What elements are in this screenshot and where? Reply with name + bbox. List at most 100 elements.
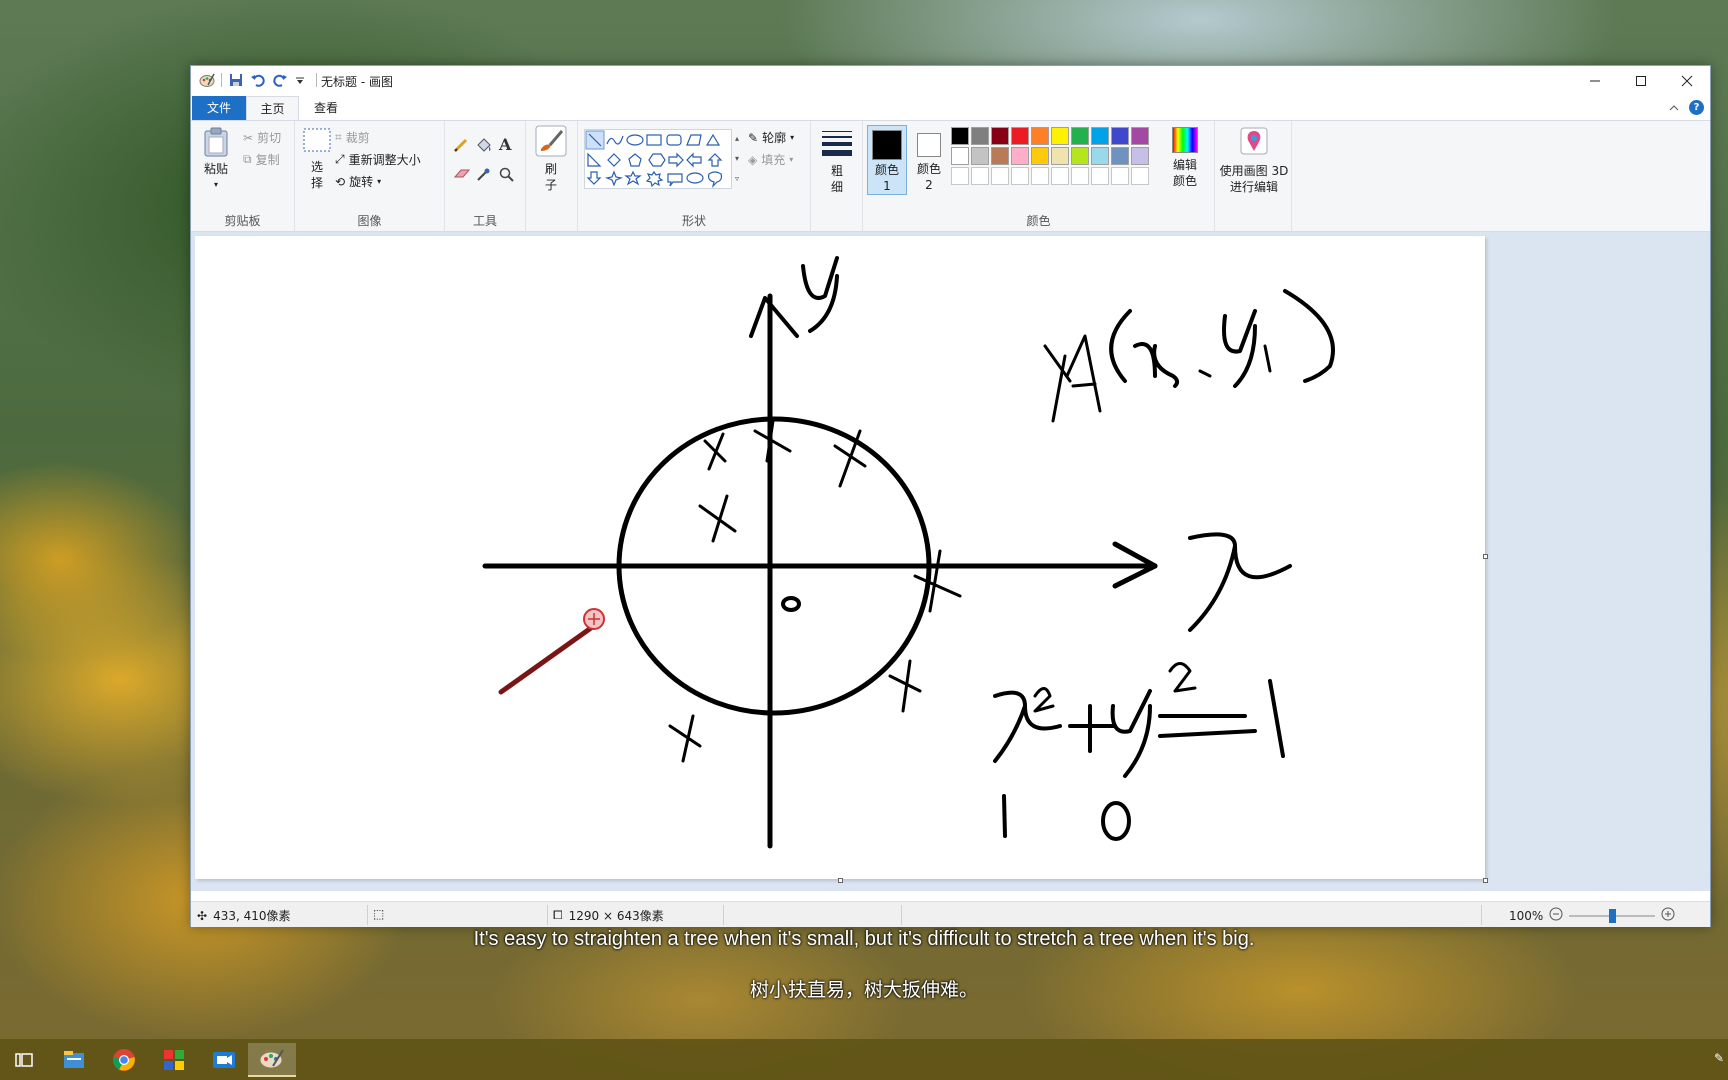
file-explorer-taskbar-icon[interactable] <box>50 1043 98 1077</box>
text-tool-icon[interactable]: A <box>499 135 511 154</box>
maximize-button[interactable] <box>1618 66 1664 96</box>
canvas-resize-handle-right[interactable] <box>1483 554 1488 559</box>
shapes-scroll[interactable]: ▴ ▾ ▿ <box>732 129 742 189</box>
canvas-resize-handle-corner[interactable] <box>1483 878 1488 883</box>
custom-color-slot[interactable] <box>1031 167 1049 185</box>
palette-swatch[interactable] <box>1111 127 1129 145</box>
fill-button[interactable]: ◈ 填充 ▾ <box>748 151 793 168</box>
canvas-resize-handle-bottom[interactable] <box>838 878 843 883</box>
status-bar: ✣ 433, 410像素 ⬚ ⧠ 1290 × 643像素 100% <box>191 901 1710 927</box>
save-icon[interactable] <box>228 72 244 88</box>
undo-icon[interactable] <box>250 72 266 88</box>
custom-color-slot[interactable] <box>1131 167 1149 185</box>
palette-swatch[interactable] <box>1011 127 1029 145</box>
size-button[interactable]: 粗细 <box>819 129 855 195</box>
custom-color-slot[interactable] <box>951 167 969 185</box>
task-view-icon[interactable] <box>0 1043 48 1077</box>
palette-swatch[interactable] <box>1031 127 1049 145</box>
colorful-app-taskbar-icon[interactable] <box>150 1043 198 1077</box>
canvas-area <box>191 232 1710 891</box>
color2-swatch <box>917 133 941 157</box>
paint3d-group: 使用画图 3D 进行编辑 <box>1215 121 1292 233</box>
resize-button[interactable]: ⤢ 重新调整大小 <box>335 151 421 168</box>
video-recorder-taskbar-icon[interactable] <box>200 1043 248 1077</box>
zoom-slider[interactable] <box>1569 908 1656 923</box>
zoom-out-icon[interactable] <box>1549 907 1563 924</box>
custom-color-slot[interactable] <box>1071 167 1089 185</box>
paint-taskbar-icon[interactable] <box>248 1043 296 1077</box>
paste-button[interactable]: 粘贴 ▾ <box>199 127 233 193</box>
zoom-slider-thumb[interactable] <box>1609 908 1617 923</box>
custom-color-slot[interactable] <box>971 167 989 185</box>
palette-swatch[interactable] <box>1051 147 1069 165</box>
select-button[interactable]: 选择 <box>301 127 333 191</box>
tab-home[interactable]: 主页 <box>246 96 299 120</box>
selection-icon: ⬚ <box>373 907 385 921</box>
cut-button[interactable]: ✂ 剪切 <box>243 129 281 146</box>
magnifier-icon[interactable] <box>499 167 515 186</box>
subtitle-chinese: 树小扶直易，树大扳伸难。 <box>749 979 978 1001</box>
color-picker-icon[interactable] <box>475 167 491 186</box>
eraser-icon[interactable] <box>453 167 471 184</box>
help-icon[interactable]: ? <box>1689 100 1704 115</box>
zoom-in-icon[interactable] <box>1661 907 1675 924</box>
rotate-button[interactable]: ⟲ 旋转 ▾ <box>335 173 381 190</box>
cut-label: 剪切 <box>257 131 282 145</box>
brushes-button[interactable]: 刷子 <box>532 125 570 193</box>
palette-swatch[interactable] <box>971 127 989 145</box>
custom-color-slot[interactable] <box>1011 167 1029 185</box>
chrome-taskbar-icon[interactable] <box>100 1043 148 1077</box>
tab-view[interactable]: 查看 <box>299 96 353 120</box>
minimize-button[interactable] <box>1572 66 1618 96</box>
collapse-ribbon-icon[interactable] <box>1669 101 1679 115</box>
drawing-canvas[interactable] <box>195 236 1485 879</box>
image-group-label: 图像 <box>357 214 382 228</box>
fill-bucket-icon[interactable] <box>475 137 493 156</box>
paint3d-button[interactable]: 使用画图 3D 进行编辑 <box>1219 127 1289 195</box>
image-group: 选择 ⌗ 裁剪 ⤢ 重新调整大小 ⟲ 旋转 ▾ 图像 <box>295 121 445 233</box>
image-size-icon: ⧠ <box>553 908 563 922</box>
tab-file[interactable]: 文件 <box>192 96 246 120</box>
outline-button[interactable]: ✎ 轮廓 ▾ <box>748 129 794 146</box>
color2-button[interactable]: 颜色 2 <box>911 125 947 193</box>
custom-color-slot[interactable] <box>1051 167 1069 185</box>
paint-window: 无标题 - 画图 文件 主页 查看 ? 粘贴 ▾ ✂ 剪切 ⧉ 复制 剪贴板 选… <box>190 65 1711 927</box>
custom-color-slot[interactable] <box>991 167 1009 185</box>
palette-swatch[interactable] <box>1111 147 1129 165</box>
palette-swatch[interactable] <box>951 127 969 145</box>
palette-swatch[interactable] <box>1091 127 1109 145</box>
customize-toolbar-icon[interactable] <box>294 72 310 88</box>
ribbon: 粘贴 ▾ ✂ 剪切 ⧉ 复制 剪贴板 选择 ⌗ 裁剪 ⤢ 重新调整大小 ⟲ 旋转… <box>191 120 1710 233</box>
ribbon-tabs: 文件 主页 查看 ? <box>191 96 1710 120</box>
palette-swatch[interactable] <box>991 147 1009 165</box>
palette-swatch[interactable] <box>951 147 969 165</box>
palette-swatch[interactable] <box>1071 127 1089 145</box>
crop-button[interactable]: ⌗ 裁剪 <box>335 129 370 146</box>
resize-icon: ⤢ <box>335 152 345 166</box>
outline-icon: ✎ <box>748 130 759 145</box>
close-button[interactable] <box>1664 66 1710 96</box>
paste-label: 粘贴 <box>203 162 228 176</box>
palette-swatch[interactable] <box>1031 147 1049 165</box>
shapes-gallery[interactable] <box>584 129 732 189</box>
edit-colors-button[interactable]: 编辑颜色 <box>1165 127 1205 189</box>
palette-swatch[interactable] <box>1131 147 1149 165</box>
crop-icon: ⌗ <box>335 130 342 144</box>
custom-color-slot[interactable] <box>1091 167 1109 185</box>
redo-icon[interactable] <box>272 72 288 88</box>
clipboard-group: 粘贴 ▾ ✂ 剪切 ⧉ 复制 剪贴板 <box>191 121 295 233</box>
color1-button[interactable]: 颜色 1 <box>867 125 907 195</box>
pen-tray-icon[interactable]: ✎ <box>1714 1051 1724 1065</box>
palette-swatch[interactable] <box>1071 147 1089 165</box>
palette-swatch[interactable] <box>991 127 1009 145</box>
custom-color-slot[interactable] <box>1111 167 1129 185</box>
palette-swatch[interactable] <box>1011 147 1029 165</box>
palette-swatch[interactable] <box>1091 147 1109 165</box>
palette-swatch[interactable] <box>971 147 989 165</box>
palette-swatch[interactable] <box>1051 127 1069 145</box>
pencil-icon[interactable] <box>453 137 469 156</box>
copy-label: 复制 <box>255 153 280 167</box>
separator <box>1481 905 1482 925</box>
copy-button[interactable]: ⧉ 复制 <box>243 151 280 168</box>
palette-swatch[interactable] <box>1131 127 1149 145</box>
